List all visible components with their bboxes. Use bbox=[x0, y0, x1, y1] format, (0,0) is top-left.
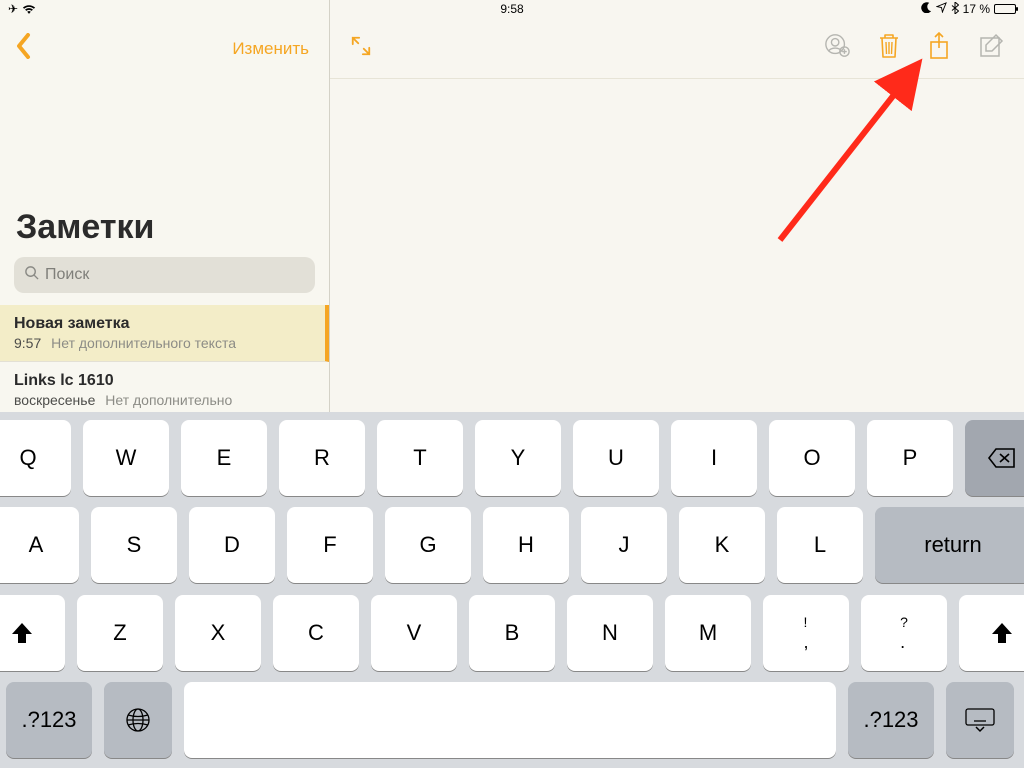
share-button[interactable] bbox=[928, 32, 950, 65]
key-g[interactable]: G bbox=[385, 507, 471, 583]
key-space[interactable] bbox=[184, 682, 836, 758]
add-people-button[interactable] bbox=[824, 33, 850, 64]
hide-keyboard-icon bbox=[964, 707, 996, 733]
shift-icon bbox=[10, 621, 34, 645]
key-f[interactable]: F bbox=[287, 507, 373, 583]
share-icon bbox=[928, 32, 950, 60]
key-hide-keyboard[interactable] bbox=[946, 682, 1014, 758]
battery-percent: 17 % bbox=[963, 2, 990, 16]
note-time: воскресенье bbox=[14, 392, 95, 408]
editor-toolbar bbox=[330, 18, 1024, 78]
battery-icon bbox=[994, 4, 1016, 14]
key-p[interactable]: P bbox=[867, 420, 953, 496]
airplane-mode-icon: ✈ bbox=[8, 2, 18, 16]
key-backspace[interactable] bbox=[965, 420, 1024, 496]
key-sub-question: ? bbox=[900, 615, 908, 629]
key-u[interactable]: U bbox=[573, 420, 659, 496]
note-title: Links lc 1610 bbox=[14, 372, 315, 390]
sidebar-toolbar: Изменить bbox=[0, 18, 329, 78]
key-sub-period: . bbox=[900, 633, 908, 651]
wifi-icon bbox=[22, 4, 36, 15]
key-w[interactable]: W bbox=[83, 420, 169, 496]
note-title: Новая заметка bbox=[14, 315, 311, 333]
virtual-keyboard: Q W E R T Y U I O P A S D F G H bbox=[0, 412, 1024, 768]
key-m[interactable]: M bbox=[665, 595, 751, 671]
key-a[interactable]: A bbox=[0, 507, 79, 583]
key-period[interactable]: ? . bbox=[861, 595, 947, 671]
edit-button[interactable]: Изменить bbox=[232, 39, 309, 59]
key-sub-exclaim: ! bbox=[803, 615, 808, 629]
status-time: 9:58 bbox=[500, 2, 523, 16]
key-return[interactable]: return bbox=[875, 507, 1024, 583]
sidebar-title: Заметки bbox=[0, 208, 329, 257]
key-globe[interactable] bbox=[104, 682, 172, 758]
key-sub-comma: , bbox=[803, 633, 808, 651]
key-j[interactable]: J bbox=[581, 507, 667, 583]
search-input[interactable]: Поиск bbox=[14, 257, 315, 293]
key-comma[interactable]: ! , bbox=[763, 595, 849, 671]
expand-icon bbox=[350, 35, 372, 57]
key-y[interactable]: Y bbox=[475, 420, 561, 496]
kb-row-1: Q W E R T Y U I O P bbox=[6, 420, 1018, 496]
key-r[interactable]: R bbox=[279, 420, 365, 496]
kb-row-3: Z X C V B N M ! , ? . bbox=[6, 595, 1018, 671]
key-h[interactable]: H bbox=[483, 507, 569, 583]
kb-row-4: .?123 .?123 bbox=[6, 682, 1018, 758]
key-q[interactable]: Q bbox=[0, 420, 71, 496]
key-d[interactable]: D bbox=[189, 507, 275, 583]
app-root: ✈ 9:58 17 % bbox=[0, 0, 1024, 768]
notes-list: Новая заметка 9:57 Нет дополнительного т… bbox=[0, 305, 329, 419]
note-snippet: Нет дополнительно bbox=[105, 392, 232, 408]
delete-button[interactable] bbox=[878, 33, 900, 64]
kb-row-2: A S D F G H J K L return bbox=[6, 507, 1018, 583]
shift-icon bbox=[990, 621, 1014, 645]
key-t[interactable]: T bbox=[377, 420, 463, 496]
search-placeholder: Поиск bbox=[45, 266, 89, 284]
key-x[interactable]: X bbox=[175, 595, 261, 671]
key-n[interactable]: N bbox=[567, 595, 653, 671]
note-snippet: Нет дополнительного текста bbox=[51, 335, 236, 351]
globe-icon bbox=[125, 707, 151, 733]
do-not-disturb-icon bbox=[921, 2, 932, 16]
compose-button[interactable] bbox=[978, 33, 1004, 64]
key-c[interactable]: C bbox=[273, 595, 359, 671]
key-z[interactable]: Z bbox=[77, 595, 163, 671]
expand-button[interactable] bbox=[350, 44, 372, 61]
key-b[interactable]: B bbox=[469, 595, 555, 671]
note-time: 9:57 bbox=[14, 335, 41, 351]
search-icon bbox=[24, 265, 39, 285]
bluetooth-icon bbox=[951, 2, 959, 17]
status-bar: ✈ 9:58 17 % bbox=[0, 0, 1024, 18]
key-o[interactable]: O bbox=[769, 420, 855, 496]
key-modes-left[interactable]: .?123 bbox=[6, 682, 92, 758]
key-s[interactable]: S bbox=[91, 507, 177, 583]
note-item[interactable]: Links lc 1610 воскресенье Нет дополнител… bbox=[0, 362, 329, 419]
person-add-icon bbox=[824, 33, 850, 59]
chevron-left-icon bbox=[16, 33, 32, 59]
compose-icon bbox=[978, 33, 1004, 59]
key-l[interactable]: L bbox=[777, 507, 863, 583]
trash-icon bbox=[878, 33, 900, 59]
note-item[interactable]: Новая заметка 9:57 Нет дополнительного т… bbox=[0, 305, 329, 362]
backspace-icon bbox=[987, 447, 1017, 469]
location-icon bbox=[936, 2, 947, 16]
key-k[interactable]: K bbox=[679, 507, 765, 583]
back-button[interactable] bbox=[16, 33, 32, 64]
key-modes-right[interactable]: .?123 bbox=[848, 682, 934, 758]
key-shift-right[interactable] bbox=[959, 595, 1024, 671]
key-shift-left[interactable] bbox=[0, 595, 65, 671]
key-i[interactable]: I bbox=[671, 420, 757, 496]
key-v[interactable]: V bbox=[371, 595, 457, 671]
key-e[interactable]: E bbox=[181, 420, 267, 496]
